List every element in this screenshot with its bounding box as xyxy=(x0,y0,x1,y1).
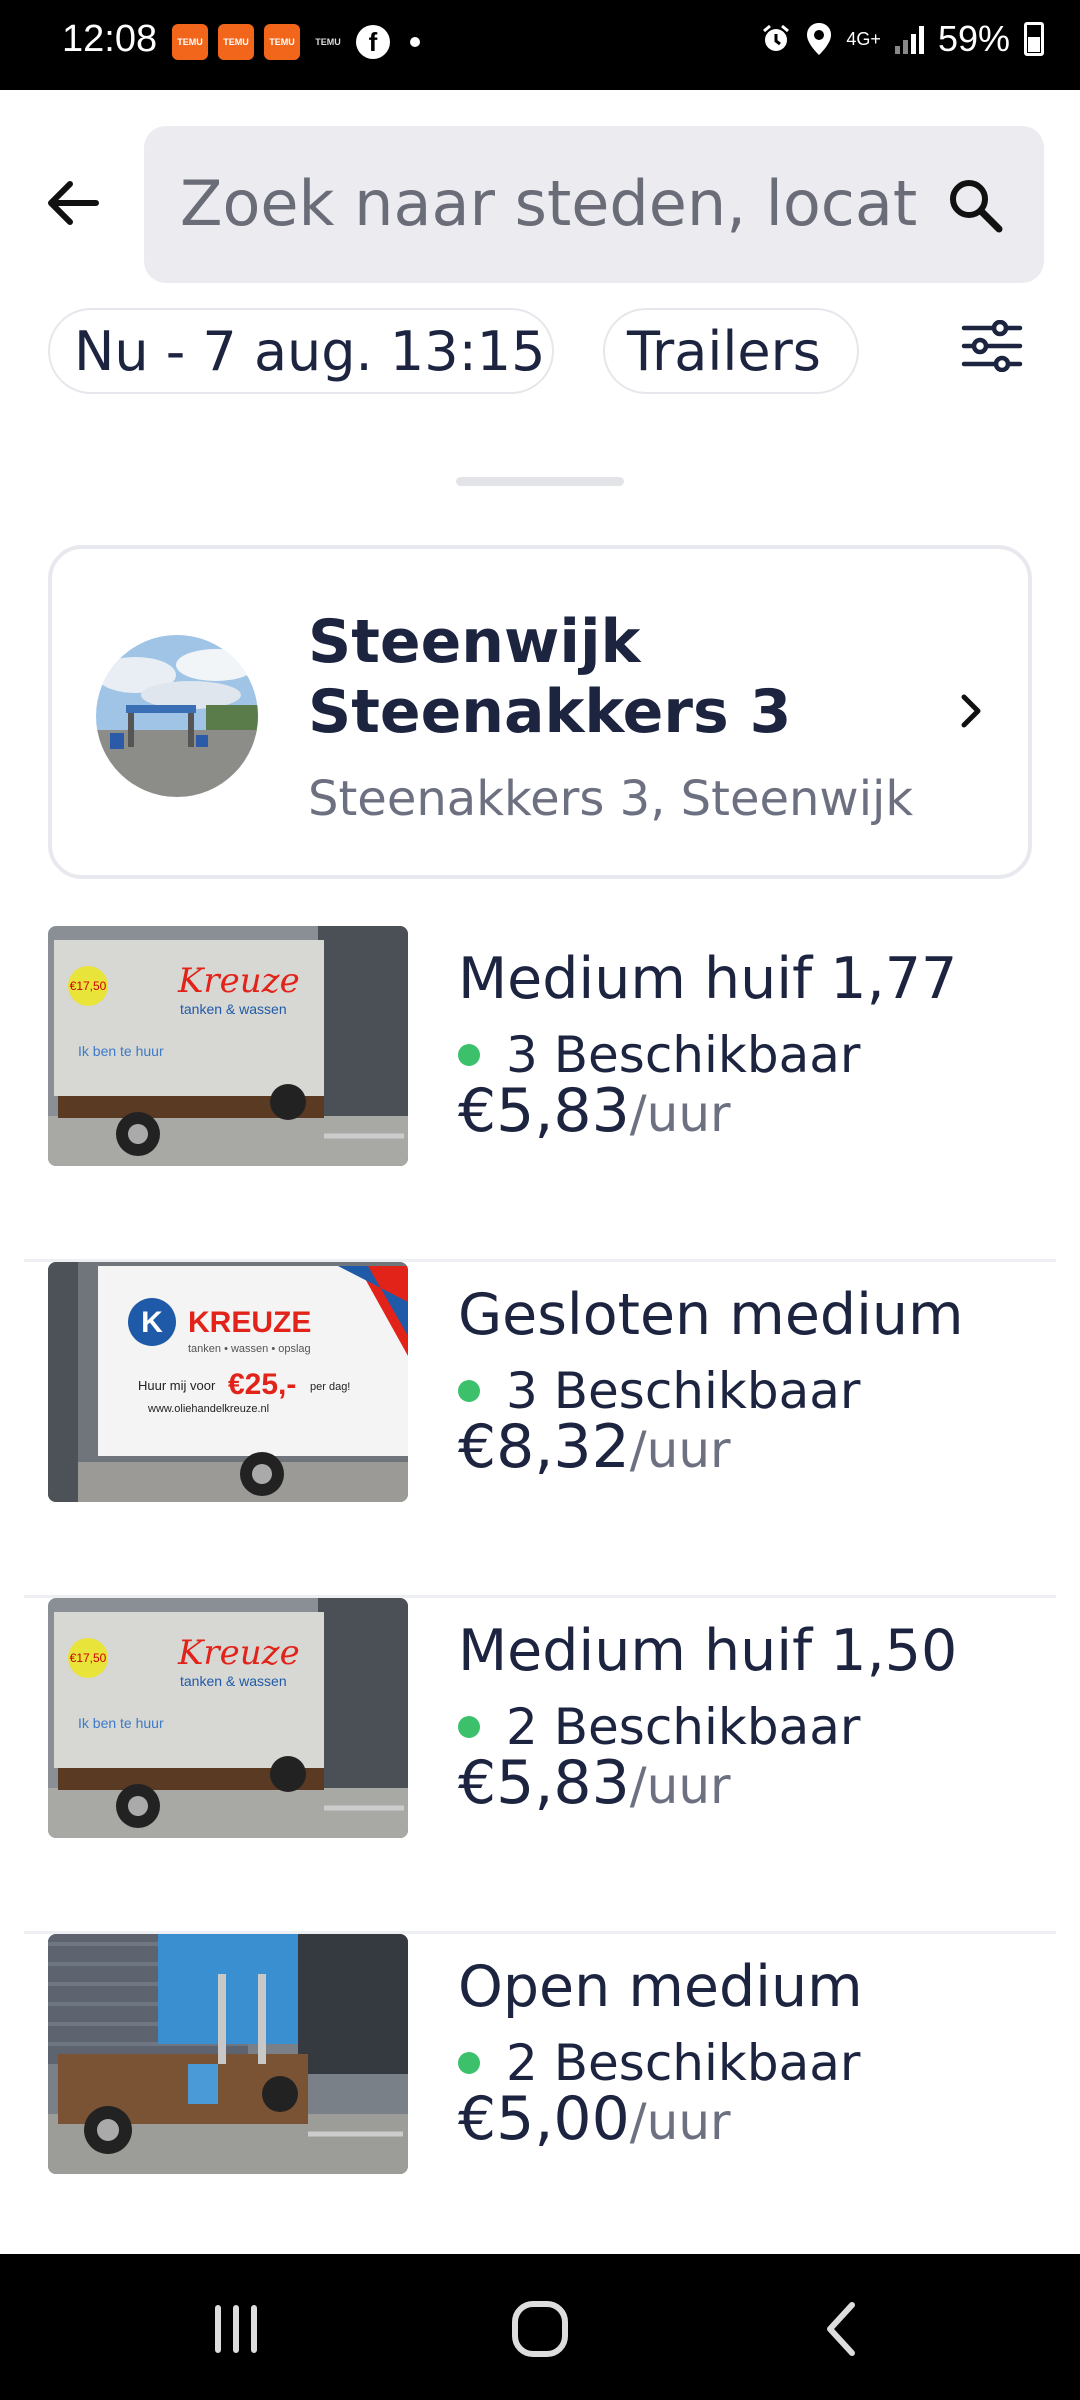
search-input[interactable] xyxy=(180,158,920,248)
back-button[interactable] xyxy=(40,170,106,236)
alarm-icon xyxy=(763,24,790,51)
arrow-left-icon xyxy=(48,181,99,225)
svg-text:KREUZE: KREUZE xyxy=(188,1306,311,1339)
temu-icon: TEMU xyxy=(172,24,208,60)
search-bar[interactable] xyxy=(144,126,1044,283)
svg-text:Kreuze: Kreuze xyxy=(177,1633,300,1673)
price: €8,32/uur xyxy=(458,1412,731,1482)
listing-item[interactable]: Open medium 2 Beschikbaar €5,00/uur xyxy=(24,1934,1056,2270)
location-address: Steenakkers 3, Steenwijk xyxy=(308,771,914,827)
available-dot-icon xyxy=(458,1044,480,1066)
svg-text:tanken • wassen • opslag: tanken • wassen • opslag xyxy=(188,1343,311,1355)
battery-percent: 59% xyxy=(937,18,1010,59)
trailer-photo: €17,50 Kreuze tanken & wassen Ik ben te … xyxy=(48,926,408,1166)
facebook-icon: f xyxy=(356,25,390,59)
trailer-photo: €17,50 Kreuze tanken & wassen Ik ben te … xyxy=(48,1598,408,1838)
listing-title: Gesloten medium xyxy=(458,1282,964,1348)
svg-text:tanken & wassen: tanken & wassen xyxy=(180,1673,287,1689)
trailer-photo xyxy=(48,1934,408,2174)
date-range-label: Nu - 7 aug. 13:15 xyxy=(74,319,546,383)
location-name: Steenwijk Steenakkers 3 xyxy=(308,607,792,747)
status-time: 12:08 xyxy=(62,18,158,60)
available-dot-icon xyxy=(458,1380,480,1402)
svg-text:www.oliehandelkreuze.nl: www.oliehandelkreuze.nl xyxy=(147,1403,269,1415)
price-amount: €5,83 xyxy=(458,1748,630,1818)
status-bar: 12:08 TEMU TEMU TEMU TEMU f 4G+ 59% xyxy=(0,0,1080,90)
sliders-icon xyxy=(961,319,1023,373)
price-amount: €8,32 xyxy=(458,1412,630,1482)
svg-text:€25,-: €25,- xyxy=(228,1368,296,1401)
listing-title: Medium huif 1,77 xyxy=(458,946,958,1012)
svg-text:K: K xyxy=(141,1306,163,1339)
vehicle-type-label: Trailers xyxy=(627,319,821,383)
price-unit: /uur xyxy=(629,1085,731,1143)
listing-item[interactable]: €17,50 Kreuze tanken & wassen Ik ben te … xyxy=(24,1598,1056,1934)
svg-text:Kreuze: Kreuze xyxy=(177,961,300,1001)
system-navigation-bar xyxy=(0,2254,1080,2400)
filter-settings-button[interactable] xyxy=(960,319,1030,380)
price: €5,00/uur xyxy=(458,2084,731,2154)
location-card[interactable]: Steenwijk Steenakkers 3 Steenakkers 3, S… xyxy=(48,545,1032,879)
recent-apps-icon xyxy=(215,2305,257,2353)
notification-icons: TEMU TEMU TEMU TEMU f xyxy=(172,24,420,60)
available-dot-icon xyxy=(458,1716,480,1738)
svg-text:Ik ben te huur: Ik ben te huur xyxy=(78,1043,164,1059)
price-unit: /uur xyxy=(629,1757,731,1815)
sheet-drag-handle[interactable] xyxy=(456,477,624,486)
chevron-right-icon xyxy=(956,691,986,735)
vehicle-type-chip[interactable]: Trailers xyxy=(603,308,859,394)
price: €5,83/uur xyxy=(458,1748,731,1818)
temu-icon: TEMU xyxy=(264,24,300,60)
search-icon[interactable] xyxy=(946,176,1004,238)
battery-icon xyxy=(1024,22,1044,56)
location-icon xyxy=(807,23,832,55)
svg-text:tanken & wassen: tanken & wassen xyxy=(180,1001,287,1017)
more-notifications-dot xyxy=(410,37,420,47)
listing-item[interactable]: €17,50 Kreuze tanken & wassen Ik ben te … xyxy=(24,926,1056,1262)
svg-text:per dag!: per dag! xyxy=(310,1381,350,1393)
available-dot-icon xyxy=(458,2052,480,2074)
network-type: 4G+ xyxy=(846,28,881,49)
price-unit: /uur xyxy=(629,2093,731,2151)
svg-text:€17,50: €17,50 xyxy=(70,979,107,993)
recent-apps-button[interactable] xyxy=(186,2294,286,2364)
location-photo xyxy=(96,635,258,797)
svg-text:€17,50: €17,50 xyxy=(70,1651,107,1665)
svg-text:Ik ben te huur: Ik ben te huur xyxy=(78,1715,164,1731)
listing-title: Open medium xyxy=(458,1954,863,2020)
svg-text:Huur mij voor: Huur mij voor xyxy=(138,1378,216,1393)
trailer-photo: K KREUZE tanken • wassen • opslag Huur m… xyxy=(48,1262,408,1502)
price: €5,83/uur xyxy=(458,1076,731,1146)
home-icon xyxy=(512,2301,568,2357)
price-unit: /uur xyxy=(629,1421,731,1479)
date-range-chip[interactable]: Nu - 7 aug. 13:15 xyxy=(48,308,554,394)
temu-icon: TEMU xyxy=(315,36,341,47)
listing-item[interactable]: K KREUZE tanken • wassen • opslag Huur m… xyxy=(24,1262,1056,1598)
listing-title: Medium huif 1,50 xyxy=(458,1618,958,1684)
home-button[interactable] xyxy=(490,2294,590,2364)
price-amount: €5,83 xyxy=(458,1076,630,1146)
signal-icon xyxy=(894,24,924,54)
back-nav-button[interactable] xyxy=(792,2294,892,2364)
status-icons: 4G+ 59% xyxy=(760,18,1044,60)
temu-icon: TEMU xyxy=(218,24,254,60)
price-amount: €5,00 xyxy=(458,2084,630,2154)
chevron-left-icon xyxy=(827,2302,855,2356)
